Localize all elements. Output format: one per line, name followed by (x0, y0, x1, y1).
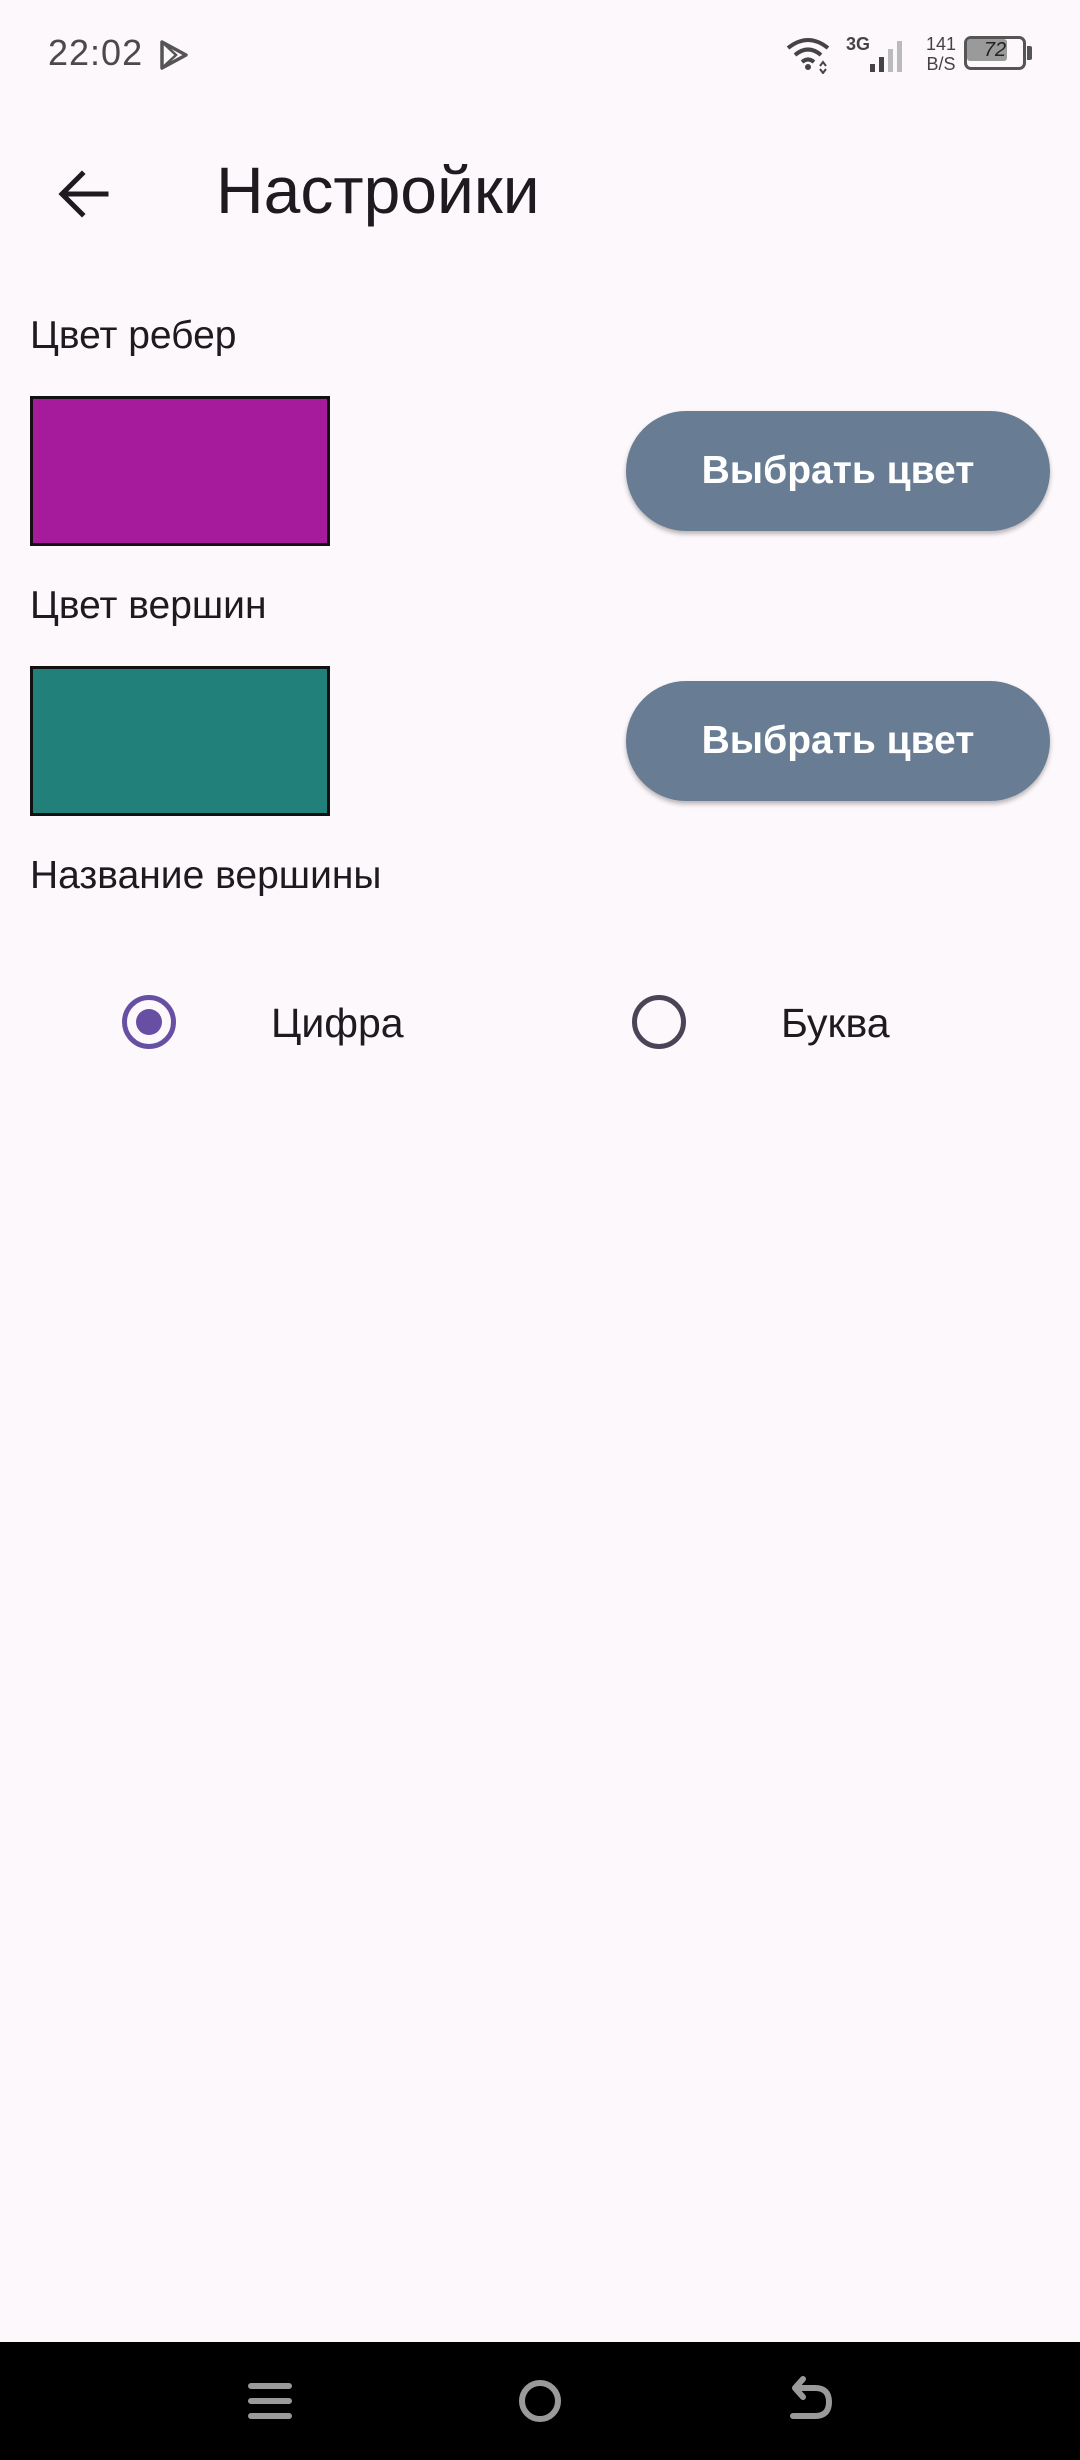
home-icon[interactable] (505, 2366, 575, 2436)
vertex-name-label: Название вершины (30, 854, 382, 897)
status-time: 22:02 (48, 32, 144, 73)
radio-selected-dot (136, 1009, 162, 1035)
vertex-color-swatch (30, 666, 330, 816)
play-icon (160, 40, 188, 70)
speed-unit: B/S (926, 54, 956, 74)
radio-label-digit: Цифра (271, 1000, 404, 1046)
arrow-back-icon (58, 170, 109, 218)
back-icon[interactable] (775, 2366, 845, 2436)
speed-value: 141 (925, 34, 957, 54)
pick-vertex-color-button[interactable]: Выбрать цвет (626, 681, 1050, 801)
radio-label-letter: Буква (781, 1000, 890, 1046)
page-title: Настройки (216, 153, 540, 227)
network-type: 3G (846, 34, 871, 54)
radio-option-letter[interactable]: Буква (620, 982, 950, 1062)
network-speed: 141 B/S (918, 34, 964, 74)
wifi-icon (786, 38, 830, 74)
back-button[interactable] (36, 146, 132, 242)
radio-button-digit[interactable] (122, 995, 176, 1049)
radio-button-letter[interactable] (632, 995, 686, 1049)
menu-icon[interactable] (235, 2366, 305, 2436)
edge-color-swatch (30, 396, 330, 546)
signal-icon: 3G (846, 34, 904, 74)
edge-color-label: Цвет ребер (30, 314, 237, 357)
status-bar: 22:02 3G 141 B/S 72 (0, 0, 1080, 110)
vertex-color-label: Цвет вершин (30, 584, 267, 627)
radio-option-digit[interactable]: Цифра (110, 982, 440, 1062)
battery-icon: 72 (964, 36, 1032, 70)
system-nav-bar (0, 2342, 1080, 2460)
pick-edge-color-button[interactable]: Выбрать цвет (626, 411, 1050, 531)
battery-level: 72 (983, 39, 1007, 61)
